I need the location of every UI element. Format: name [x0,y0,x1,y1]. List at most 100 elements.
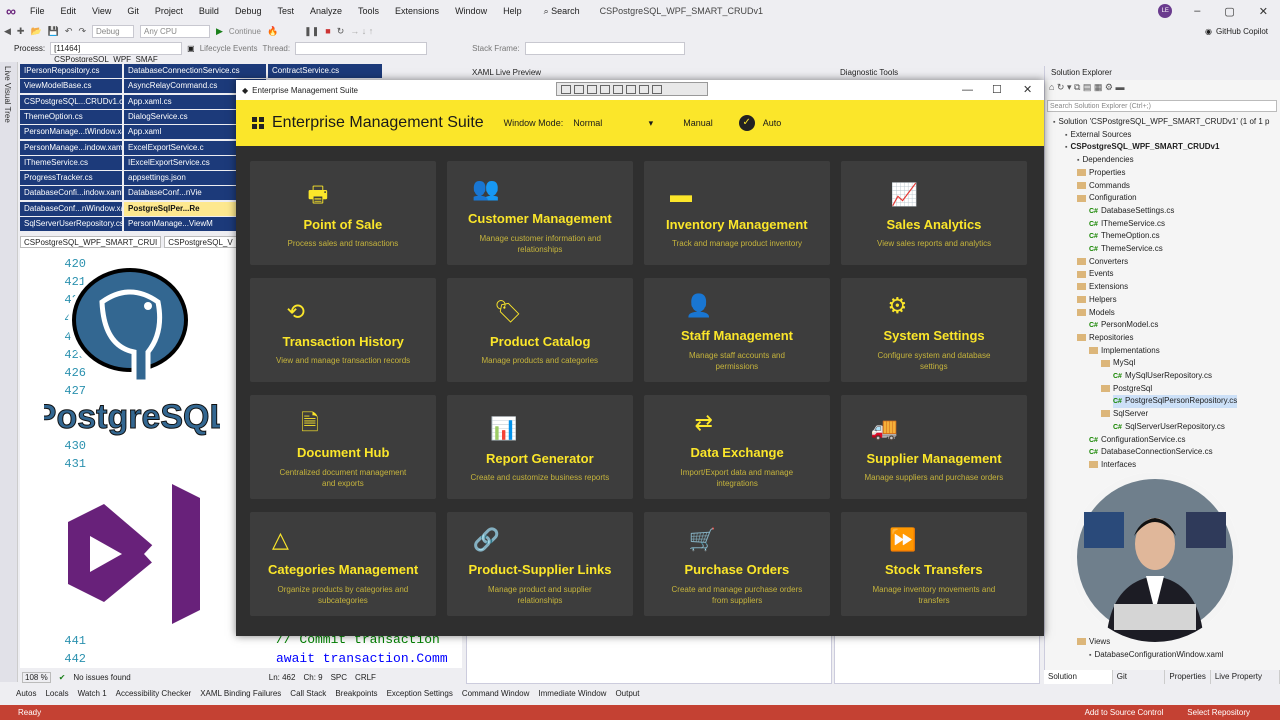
solution-tree-item[interactable]: C# ThemeOption.cs [1089,230,1160,243]
menu-item-test[interactable]: Test [269,0,302,22]
tab-output[interactable]: Output [615,689,639,698]
select-repository-button[interactable]: Select Repository [1187,708,1250,717]
module-tile-system-settings[interactable]: ⚙ System Settings Configure system and dat… [841,278,1027,382]
menu-item-extensions[interactable]: Extensions [387,0,447,22]
step-icon[interactable]: → ↓ ↑ [350,26,373,36]
module-tile-staff-management[interactable]: 👤 Staff Management Manage staff accounts a… [644,278,830,382]
file-tab[interactable]: IPersonRepository.cs [20,64,122,78]
app-maximize-icon[interactable]: ☐ [992,80,1002,100]
layout-adorners-icon[interactable] [600,84,610,94]
auto-mode-toggle[interactable]: ✓ [738,115,755,131]
file-tab[interactable]: IThemeService.cs [20,155,122,170]
module-tile-point-of-sale[interactable]: 🖶 Point of Sale Process sales and transact… [250,161,436,265]
solution-tree-item[interactable]: C# SqlServerUserRepository.cs [1113,421,1225,434]
solution-tree-item[interactable]: SqlServer [1101,408,1148,420]
solution-tree-item[interactable]: C# PostgreSqlPersonRepository.cs [1113,395,1238,409]
solution-tree-item[interactable]: Interfaces [1089,459,1136,471]
solution-tree-item[interactable]: ▪ CSPostgreSQL_WPF_SMART_CRUDv1 [1065,141,1219,154]
new-project-icon[interactable]: ✚ [17,26,25,37]
restart-icon[interactable]: ↻ [337,26,345,37]
back-icon[interactable]: ◀ [4,26,11,37]
module-tile-supplier-management[interactable]: 🚚 Supplier Management Manage suppliers and… [841,395,1027,499]
play-icon[interactable]: ▶ [216,26,223,37]
menu-item-project[interactable]: Project [147,0,191,22]
thread-select[interactable] [295,41,428,55]
continue-button[interactable]: Continue [229,27,261,36]
module-tile-stock-transfers[interactable]: ⏩ Stock Transfers Manage inventory movemen… [841,512,1027,616]
window-mode-select[interactable]: Normal ▾ [573,118,653,129]
file-tab[interactable]: ViewModelBase.cs [20,79,122,94]
menu-item-view[interactable]: View [84,0,119,22]
tab-live-property-e[interactable]: Live Property E... [1211,670,1280,695]
solution-explorer-header[interactable]: Solution Explorer [1045,66,1280,80]
solution-search-input[interactable]: Search Solution Explorer (Ctrl+;) [1047,100,1277,112]
module-tile-inventory-management[interactable]: ▬ Inventory Management Track and manage pr… [644,161,830,265]
live-visual-tree-tab[interactable]: Live Visual Tree [0,62,18,682]
module-tile-sales-analytics[interactable]: 📈 Sales Analytics View sales reports and a… [841,161,1027,265]
solution-tree-item[interactable]: ▪ Dependencies [1077,154,1134,167]
solution-tree-item[interactable]: ▪ DatabaseConfigurationWindow.xaml [1089,649,1223,662]
tab-solution-explorer[interactable]: Solution Explorer [1044,670,1113,695]
module-tile-categories-management[interactable]: △ Categories Management Organize products … [250,512,436,616]
module-tile-transaction-history[interactable]: ⟲ Transaction History View and manage tran… [250,278,436,382]
tab-command-window[interactable]: Command Window [462,689,530,698]
solution-tree-item[interactable]: PostgreSql [1101,383,1152,395]
module-tile-customer-management[interactable]: 👥 Customer Management Manage customer info… [447,161,633,265]
solution-tree-item[interactable]: Properties [1077,167,1125,179]
hot-reload-icon[interactable]: 🔥 [267,26,278,37]
project-dropdown[interactable]: CSPostgreSQL_WPF_SMART_CRUI [20,236,162,248]
stack-frame-select[interactable] [524,41,685,55]
binding-icon[interactable] [639,84,649,94]
solution-tree-item[interactable]: Implementations [1089,345,1160,357]
tab-properties[interactable]: Properties [1165,670,1211,684]
file-tab[interactable]: DatabaseConf...nWindow.xaml [20,201,122,216]
solution-tree-item[interactable]: Extensions [1077,281,1128,293]
file-tab[interactable]: PersonManage...indow.xaml.cs [20,140,122,155]
solution-tree-item[interactable]: Models [1077,307,1115,319]
tab-exception-settings[interactable]: Exception Settings [387,689,453,698]
select-element-icon[interactable] [561,84,571,94]
stop-icon[interactable]: ■ [325,26,330,36]
menu-item-window[interactable]: Window [447,0,495,22]
module-tile-purchase-orders[interactable]: 🛒 Purchase Orders Create and manage purcha… [644,512,830,616]
check-icon[interactable] [652,84,662,94]
track-focus-icon[interactable] [587,84,597,94]
tab-git-changes[interactable]: Git Changes [1113,670,1166,695]
solution-tree-item[interactable]: Commands [1077,180,1130,192]
tab-accessibility-checker[interactable]: Accessibility Checker [116,689,192,698]
minimize-icon[interactable]: – [1182,5,1212,17]
file-tab[interactable]: ThemeOption.cs [20,109,122,124]
user-avatar[interactable]: LE [1158,4,1173,18]
solution-tree-item[interactable]: C# DatabaseSettings.cs [1089,205,1174,218]
display-adorners-icon[interactable] [574,84,584,94]
copilot-icon[interactable]: ◉ [1205,27,1212,36]
module-tile-product-supplier-links[interactable]: 🔗 Product-Supplier Links Manage product an… [447,512,633,616]
file-tab[interactable]: ContractService.cs [268,64,382,78]
file-tab[interactable]: ProgressTracker.cs [20,171,122,186]
menu-item-analyze[interactable]: Analyze [302,0,350,22]
redo-icon[interactable]: ↷ [78,26,86,37]
line-position[interactable]: Ln: 462 [269,673,296,682]
tab-xaml-binding-failures[interactable]: XAML Binding Failures [200,689,281,698]
hot-reload-status-icon[interactable] [613,84,623,94]
class-dropdown[interactable]: CSPostgreSQL_V [164,236,237,248]
undo-icon[interactable]: ↶ [65,26,73,37]
solution-tree-item[interactable]: C# IThemeService.cs [1089,218,1165,231]
close-icon[interactable]: ✕ [1247,5,1280,18]
solution-tree-item[interactable]: Events [1077,268,1113,280]
file-tab[interactable]: DatabaseConnectionService.cs [124,64,266,78]
solution-explorer-toolbar[interactable]: ⌂ ↻ ▾ ⧉ ▤ ▦ ⚙ ▬ [1049,82,1125,93]
solution-tree-item[interactable]: ▪ External Sources [1065,129,1131,142]
module-tile-document-hub[interactable]: 🗎 Document Hub Centralized document manage… [250,395,436,499]
solution-tree-item[interactable]: Views [1077,636,1110,648]
pause-icon[interactable]: ❚❚ [304,26,319,37]
char-position[interactable]: Ch: 9 [303,673,322,682]
solution-tree-item[interactable]: C# DatabaseConnectionService.cs [1089,446,1213,459]
menu-item-file[interactable]: File [22,0,53,22]
module-tile-product-catalog[interactable]: 🏷 Product Catalog Manage products and cate… [447,278,633,382]
configuration-select[interactable]: Debug [92,24,134,38]
file-tab[interactable]: SqlServerUserRepository.cs [20,217,122,231]
solution-tree-item[interactable]: C# ThemeService.cs [1089,243,1163,256]
line-ending[interactable]: CRLF [355,673,376,682]
menu-item-debug[interactable]: Debug [227,0,270,22]
